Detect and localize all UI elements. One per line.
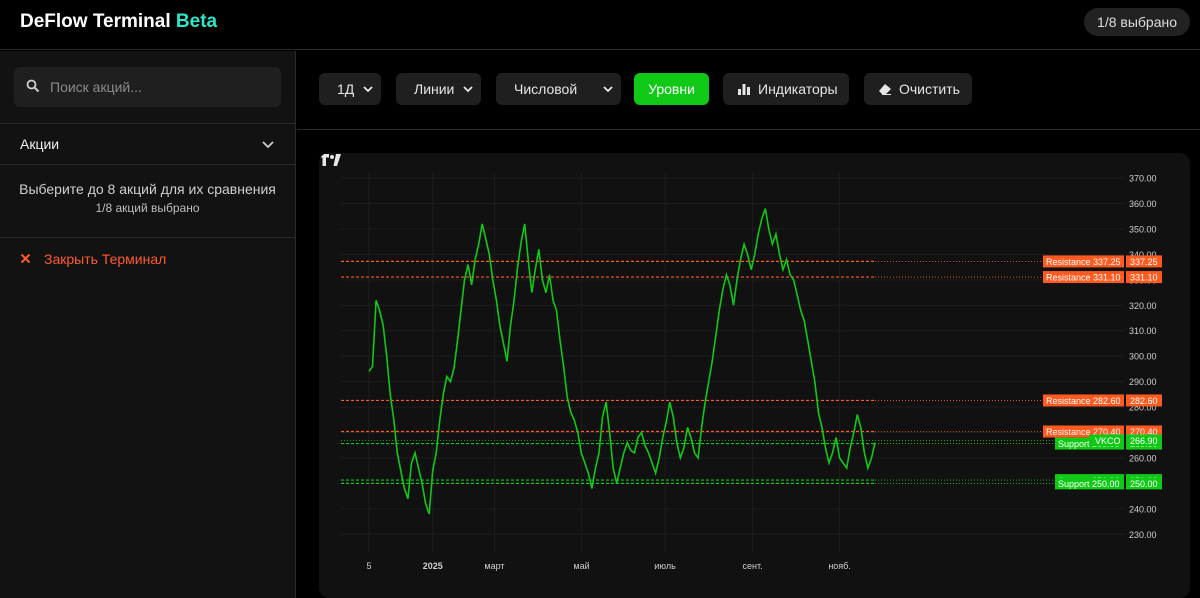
y-tick-label: 290.00: [1129, 377, 1157, 387]
indicators-label: Индикаторы: [758, 81, 838, 97]
search-icon: [26, 79, 40, 93]
level-price-text: 337.25: [1130, 257, 1158, 267]
close-icon: [20, 253, 31, 264]
selected-stocks-count: 1/8 акций выбрано: [95, 201, 200, 215]
chevron-down-icon: [262, 141, 274, 149]
chevron-down-icon: [463, 86, 473, 93]
bar-chart-icon: [738, 84, 750, 95]
app-title-text: DeFlow Terminal: [20, 11, 171, 32]
levels-button[interactable]: Уровни: [634, 73, 709, 105]
level-price-text: 331.10: [1130, 273, 1158, 283]
symbol-label-text: VKCO: [1095, 436, 1121, 446]
x-axis: 5 2025 март май июль сент. нояб.: [366, 561, 850, 571]
y-tick-label: 370.00: [1129, 174, 1157, 184]
level-label-text: Resistance 282.60: [1046, 396, 1121, 406]
y-tick-label: 240.00: [1129, 504, 1157, 514]
stocks-label: Акции: [20, 136, 60, 152]
tradingview-logo-icon: [319, 154, 341, 166]
scale-select[interactable]: Числовой: [496, 73, 621, 105]
chart-canvas[interactable]: 370.00360.00350.00340.00330.00320.00310.…: [319, 153, 1190, 598]
y-tick-label: 230.00: [1129, 530, 1157, 540]
chart-type-select[interactable]: Линии: [396, 73, 481, 105]
search-input[interactable]: [50, 67, 275, 107]
sidebar: Акции Выберите до 8 акций для их сравнен…: [0, 51, 296, 598]
search-box[interactable]: [14, 67, 281, 107]
x-tick-label: сент.: [742, 561, 762, 571]
chevron-down-icon: [363, 86, 373, 93]
y-tick-label: 300.00: [1129, 352, 1157, 362]
clear-label: Очистить: [899, 81, 960, 97]
last-price-text: 266.90: [1130, 436, 1158, 446]
chart-toolbar: 1Д Линии Числовой Уровни Индикаторы Очис…: [297, 51, 1200, 130]
app-title: DeFlow Terminal Beta: [20, 11, 217, 33]
y-tick-label: 260.00: [1129, 453, 1157, 463]
chart-type-value: Линии: [414, 81, 455, 97]
compare-hint: Выберите до 8 акций для их сравнения: [19, 181, 276, 197]
level-label-text: Resistance 331.10: [1046, 273, 1121, 283]
selected-count-badge: 1/8 выбрано: [1084, 8, 1190, 36]
stocks-dropdown[interactable]: Акции: [0, 123, 295, 165]
x-tick-label: март: [484, 561, 504, 571]
indicators-button[interactable]: Индикаторы: [723, 73, 849, 105]
chevron-down-icon: [603, 86, 613, 93]
x-tick-label: май: [573, 561, 589, 571]
close-terminal-label: Закрыть Терминал: [44, 251, 167, 267]
level-price-text: 282.60: [1130, 396, 1158, 406]
app-header: DeFlow Terminal Beta 1/8 выбрано: [0, 0, 1200, 50]
level-price-text: 250.00: [1130, 479, 1158, 489]
x-tick-label: июль: [654, 561, 676, 571]
y-tick-label: 360.00: [1129, 199, 1157, 209]
chart-grid: [341, 173, 1124, 553]
sidebar-divider: [0, 237, 295, 238]
y-tick-label: 320.00: [1129, 301, 1157, 311]
x-tick-label: нояб.: [828, 561, 851, 571]
level-label-text: Resistance 337.25: [1046, 257, 1121, 267]
eraser-icon: [879, 84, 891, 95]
level-label-text: Support 250.00: [1058, 479, 1120, 489]
level-lines: [341, 260, 1124, 484]
clear-button[interactable]: Очистить: [864, 73, 972, 105]
x-tick-label: 5: [366, 561, 371, 571]
interval-select[interactable]: 1Д: [319, 73, 381, 105]
interval-value: 1Д: [337, 81, 355, 97]
x-tick-label: 2025: [423, 561, 443, 571]
scale-value: Числовой: [514, 81, 578, 97]
price-chart[interactable]: 370.00360.00350.00340.00330.00320.00310.…: [319, 153, 1190, 598]
y-tick-label: 350.00: [1129, 224, 1157, 234]
y-tick-label: 310.00: [1129, 326, 1157, 336]
beta-badge: Beta: [175, 11, 218, 32]
